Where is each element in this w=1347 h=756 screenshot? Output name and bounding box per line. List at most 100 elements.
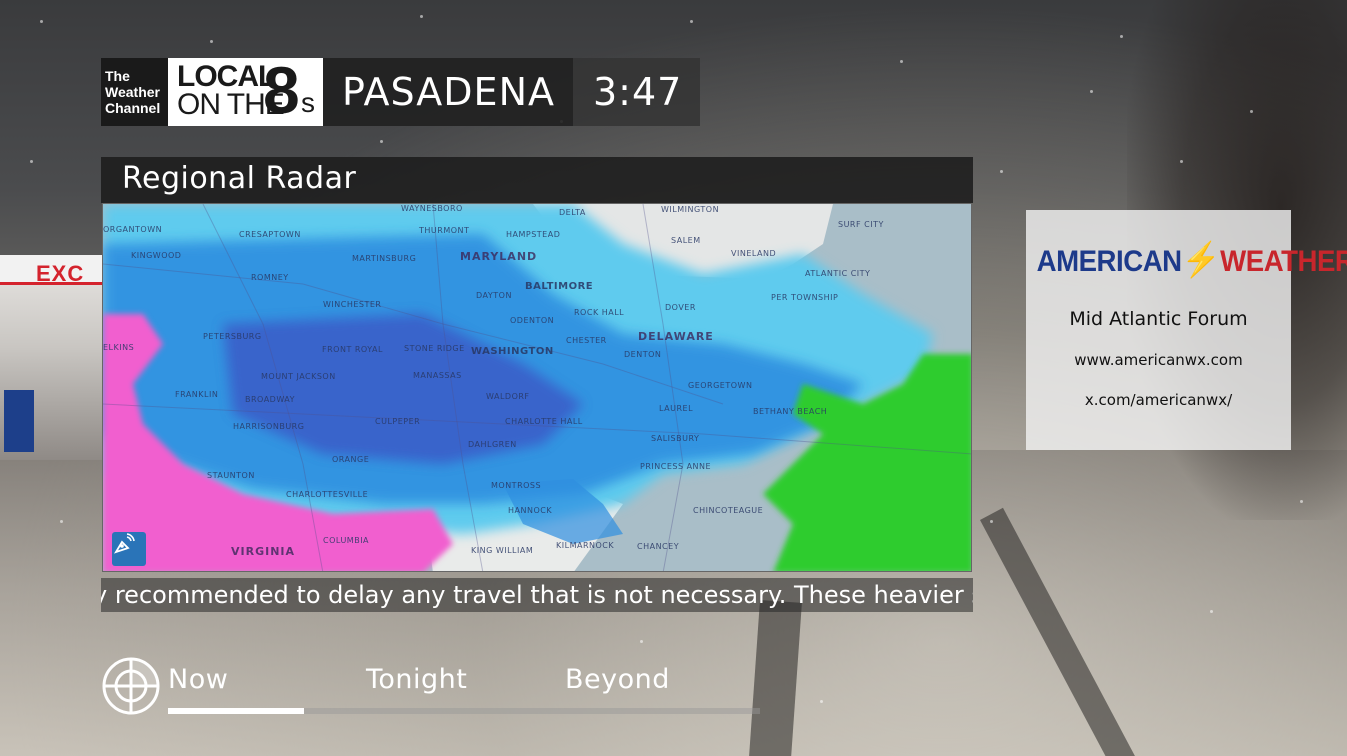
snowflake: [60, 520, 63, 523]
snowflake: [1210, 610, 1213, 613]
snowflake: [1300, 500, 1303, 503]
snowflake: [690, 20, 693, 23]
map-label: SALISBURY: [651, 434, 700, 443]
map-label: THURMONT: [419, 226, 470, 235]
city-name: PASADENA: [323, 58, 573, 126]
ad-social-link[interactable]: x.com/americanwx/: [1026, 391, 1291, 409]
map-label: ATLANTIC CITY: [805, 269, 871, 278]
map-label: BROADWAY: [245, 395, 296, 404]
map-label: KINGWOOD: [131, 251, 182, 260]
lightning-bolt-icon: ⚡: [1181, 241, 1221, 279]
snowflake: [900, 60, 903, 63]
radar-map-graphic: [103, 204, 971, 571]
map-label: ORGANTOWN: [103, 225, 163, 234]
radar-map: MARYLAND DELAWARE VIRGINIA BALTIMORE WASHING…: [102, 203, 972, 572]
ad-website-link[interactable]: www.americanwx.com: [1026, 351, 1291, 369]
map-label: WALDORF: [486, 392, 530, 401]
map-label: ROCK HALL: [574, 308, 625, 317]
map-label: ELKINS: [103, 343, 135, 352]
map-label: WINCHESTER: [323, 300, 382, 309]
map-label: MANASSAS: [413, 371, 462, 380]
snowflake: [640, 640, 643, 643]
map-label: LAUREL: [659, 404, 694, 413]
logo-line: The: [105, 68, 130, 84]
map-label: STAUNTON: [207, 471, 255, 480]
ad-forum-name: Mid Atlantic Forum: [1069, 308, 1248, 330]
map-label: DAHLGREN: [468, 440, 517, 449]
snowflake: [380, 140, 383, 143]
map-label: PER TOWNSHIP: [771, 293, 839, 302]
logo-line: Channel: [105, 100, 161, 116]
logo-text-right: WEATHER: [1220, 245, 1347, 278]
map-label: CHESTER: [566, 336, 607, 345]
map-label: COLUMBIA: [323, 536, 370, 545]
local-on-the-8s-logo: LOCAL ON THE 8 s: [168, 54, 323, 126]
snowflake: [1120, 35, 1123, 38]
map-label: CHARLOTTESVILLE: [286, 490, 369, 499]
panel-title-bar: Regional Radar: [101, 157, 973, 203]
radar-dish-icon: [112, 532, 146, 566]
logo-eight: 8: [263, 53, 300, 127]
map-label: BALTIMORE: [525, 281, 594, 292]
map-label: HANNOCK: [508, 506, 553, 515]
map-label: VIRGINIA: [231, 545, 296, 558]
snowflake: [1180, 160, 1183, 163]
map-label: STONE RIDGE: [404, 344, 465, 353]
clock-time: 3:47: [573, 58, 701, 126]
map-label: WASHINGTON: [471, 346, 554, 357]
nav-progress-track: [168, 708, 760, 714]
map-label: VINELAND: [731, 249, 777, 258]
snowflake: [40, 20, 43, 23]
map-label: DENTON: [624, 350, 662, 359]
map-label: GEORGETOWN: [688, 381, 753, 390]
snowflake: [820, 700, 823, 703]
snowflake: [1090, 90, 1093, 93]
snowflake: [1250, 110, 1253, 113]
nav-progress-bar: [168, 708, 305, 714]
map-label: CULPEPER: [375, 417, 421, 426]
map-label: FRONT ROYAL: [322, 345, 383, 354]
radar-target-icon[interactable]: [101, 656, 161, 716]
map-label: ODENTON: [510, 316, 555, 325]
map-label: DAYTON: [476, 291, 512, 300]
logo-text-left: AMERICAN: [1036, 245, 1183, 278]
map-label: MONTROSS: [491, 481, 542, 490]
map-label: ROMNEY: [251, 273, 289, 282]
snowflake: [1000, 170, 1003, 173]
news-ticker: y recommended to delay any travel that i…: [101, 578, 973, 612]
map-label: MOUNT JACKSON: [261, 372, 336, 381]
ticker-text: y recommended to delay any travel that i…: [101, 581, 973, 609]
snowflake: [210, 40, 213, 43]
map-label: SALEM: [671, 236, 701, 245]
tab-beyond[interactable]: Beyond: [565, 664, 670, 695]
snowflake: [30, 160, 33, 163]
logo-line: Weather: [105, 84, 160, 100]
map-label: KING WILLIAM: [471, 546, 534, 555]
map-label: ORANGE: [332, 455, 370, 464]
map-label: SURF CITY: [838, 220, 884, 229]
tab-now[interactable]: Now: [168, 664, 228, 695]
tab-tonight[interactable]: Tonight: [366, 664, 467, 695]
map-label: DELAWARE: [638, 330, 714, 343]
map-label: WILMINGTON: [661, 205, 720, 214]
map-label: CRESAPTOWN: [239, 230, 301, 239]
map-label: CHARLOTTE HALL: [505, 417, 583, 426]
map-label: BETHANY BEACH: [753, 407, 828, 416]
american-weather-logo: AMERICAN⚡WEATHER: [1036, 240, 1347, 290]
panel-title: Regional Radar: [122, 161, 357, 196]
map-label: PETERSBURG: [203, 332, 262, 341]
map-label: DOVER: [665, 303, 696, 312]
map-label: DELTA: [559, 208, 586, 217]
map-label: MARYLAND: [460, 250, 538, 263]
map-label: PRINCESS ANNE: [640, 462, 712, 471]
map-label: WAYNESBORO: [401, 204, 463, 213]
weather-channel-logo: The Weather Channel: [101, 58, 168, 126]
map-label: HARRISONBURG: [233, 422, 305, 431]
sponsor-ad[interactable]: AMERICAN⚡WEATHER Mid Atlantic Forum www.…: [1026, 210, 1347, 450]
map-label: MARTINSBURG: [352, 254, 417, 263]
map-label: HAMPSTEAD: [506, 230, 561, 239]
map-label: CHINCOTEAGUE: [693, 506, 764, 515]
map-label: KILMARNOCK: [556, 541, 615, 550]
map-label: CHANCEY: [637, 542, 680, 551]
gas-pump: [4, 390, 34, 452]
